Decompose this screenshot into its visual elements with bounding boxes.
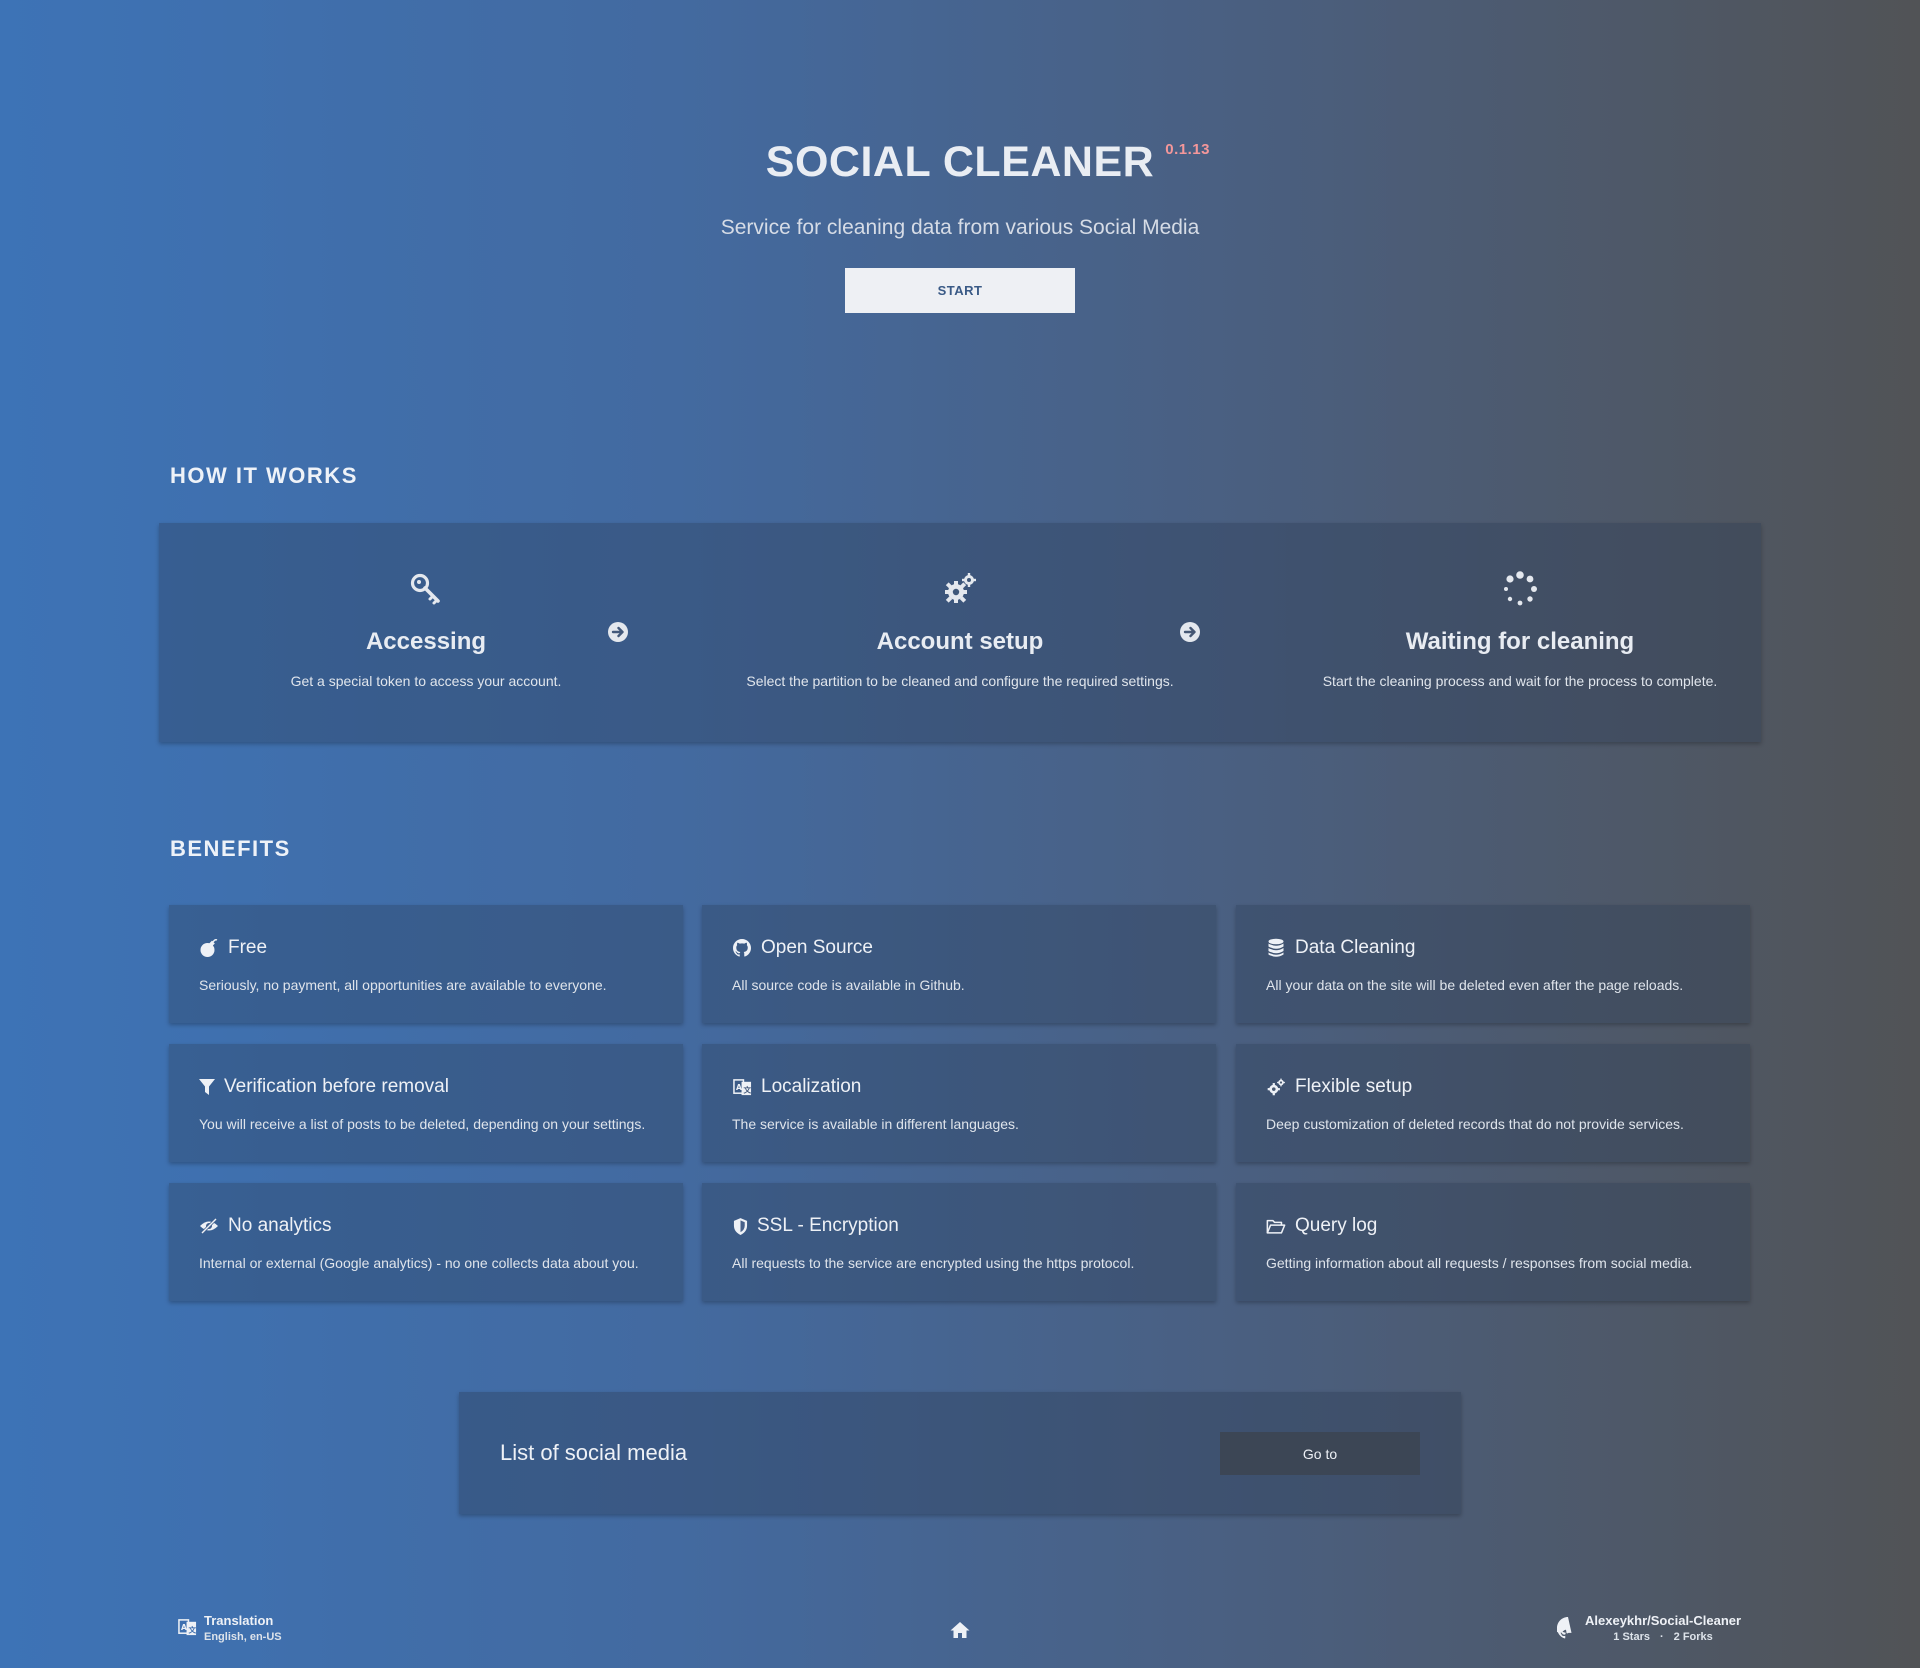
benefit-title: Verification before removal <box>224 1076 449 1097</box>
shield-icon <box>732 1216 748 1236</box>
version-badge: 0.1.13 <box>1165 141 1210 158</box>
arrow-right-icon <box>1179 621 1201 643</box>
benefit-card-verification: Verification before removal You will rec… <box>169 1044 683 1162</box>
github-repo-link[interactable]: Alexeykhr/Social-Cleaner 1 Stars · 2 For… <box>1557 1613 1741 1643</box>
benefit-title: SSL - Encryption <box>757 1215 899 1236</box>
benefit-title: Data Cleaning <box>1295 937 1416 958</box>
app-subtitle: Service for cleaning data from various S… <box>720 216 1200 239</box>
benefit-card-free: Free Seriously, no payment, all opportun… <box>169 905 683 1023</box>
bomb-icon <box>199 938 219 958</box>
benefit-description: Internal or external (Google analytics) … <box>199 1255 639 1271</box>
benefit-title: Open Source <box>761 937 873 958</box>
folder-open-icon <box>1266 1216 1286 1236</box>
benefit-description: You will receive a list of posts to be d… <box>199 1116 646 1132</box>
benefit-title: Query log <box>1295 1215 1378 1236</box>
benefit-description: All your data on the site will be delete… <box>1266 977 1684 993</box>
language-icon: A 文 <box>732 1077 752 1097</box>
translation-value: English, en-US <box>204 1631 282 1643</box>
benefits-heading: BENEFITS <box>170 836 291 861</box>
benefit-title: Free <box>228 937 268 958</box>
database-icon <box>1266 938 1286 958</box>
benefit-description: All source code is available in Github. <box>732 977 965 993</box>
step-account-setup-content: Account setup Select the partition to be… <box>693 523 1227 742</box>
benefit-card-no-analytics: No analytics Internal or external (Googl… <box>169 1183 683 1301</box>
filter-icon <box>199 1077 215 1097</box>
step-title: Account setup <box>876 628 1044 655</box>
svg-text:A: A <box>736 1082 742 1091</box>
benefit-title: Flexible setup <box>1295 1076 1413 1097</box>
key-icon <box>408 571 444 607</box>
github-icon <box>732 938 752 958</box>
benefit-card-ssl-encryption: SSL - Encryption All requests to the ser… <box>702 1183 1216 1301</box>
social-media-panel: List of social media Go to <box>459 1392 1461 1514</box>
benefit-description: Deep customization of deleted records th… <box>1266 1116 1684 1132</box>
benefit-card-localization: A 文 Localization The service is availabl… <box>702 1044 1216 1162</box>
svg-text:文: 文 <box>188 1624 196 1634</box>
step-description: Start the cleaning process and wait for … <box>1322 673 1718 689</box>
app-title: SOCIAL CLEANER 0.1.13 <box>765 138 1210 187</box>
gears-icon <box>1266 1077 1286 1097</box>
benefit-title: Localization <box>761 1076 862 1097</box>
svg-text:文: 文 <box>743 1084 751 1094</box>
step-description: Select the partition to be cleaned and c… <box>746 673 1174 689</box>
translation-label: Translation <box>204 1613 274 1628</box>
how-it-works-panel: Accessing Get a special token to access … <box>159 523 1761 742</box>
repo-stars: 1 Stars <box>1613 1631 1650 1643</box>
hero-header: SOCIAL CLEANER 0.1.13 <box>0 138 1920 187</box>
home-icon[interactable] <box>949 1620 971 1640</box>
benefit-card-flexible-setup: Flexible setup Deep customization of del… <box>1236 1044 1750 1162</box>
github-icon <box>1557 1617 1579 1639</box>
repo-stats: 1 Stars · 2 Forks <box>1585 1631 1741 1643</box>
social-media-title: List of social media <box>500 1440 688 1465</box>
gears-icon <box>942 571 978 607</box>
translation-selector[interactable]: A 文 Translation English, en-US <box>178 1613 282 1643</box>
benefit-description: Seriously, no payment, all opportunities… <box>199 977 607 993</box>
spinner-icon <box>1502 571 1538 607</box>
benefit-title: No analytics <box>228 1215 332 1236</box>
step-waiting-for-cleaning: Waiting for cleaning Start the cleaning … <box>1253 523 1787 742</box>
stats-separator: · <box>1659 1631 1664 1643</box>
benefit-card-data-cleaning: Data Cleaning All your data on the site … <box>1236 905 1750 1023</box>
goto-button[interactable]: Go to <box>1220 1432 1420 1475</box>
start-button[interactable]: START <box>845 268 1075 313</box>
app-title-text: SOCIAL CLEANER <box>765 138 1155 186</box>
language-icon: A 文 <box>178 1618 198 1638</box>
step-title: Waiting for cleaning <box>1405 628 1635 655</box>
benefit-description: All requests to the service are encrypte… <box>732 1255 1135 1271</box>
svg-text:A: A <box>181 1623 187 1632</box>
repo-name: Alexeykhr/Social-Cleaner <box>1585 1613 1742 1628</box>
benefit-card-open-source: Open Source All source code is available… <box>702 905 1216 1023</box>
repo-forks: 2 Forks <box>1673 1631 1713 1643</box>
benefit-card-query-log: Query log Getting information about all … <box>1236 1183 1750 1301</box>
how-it-works-heading: HOW IT WORKS <box>170 463 358 488</box>
benefit-description: The service is available in different la… <box>732 1116 1019 1132</box>
benefit-description: Getting information about all requests /… <box>1266 1255 1693 1271</box>
eye-slash-icon <box>199 1216 219 1236</box>
